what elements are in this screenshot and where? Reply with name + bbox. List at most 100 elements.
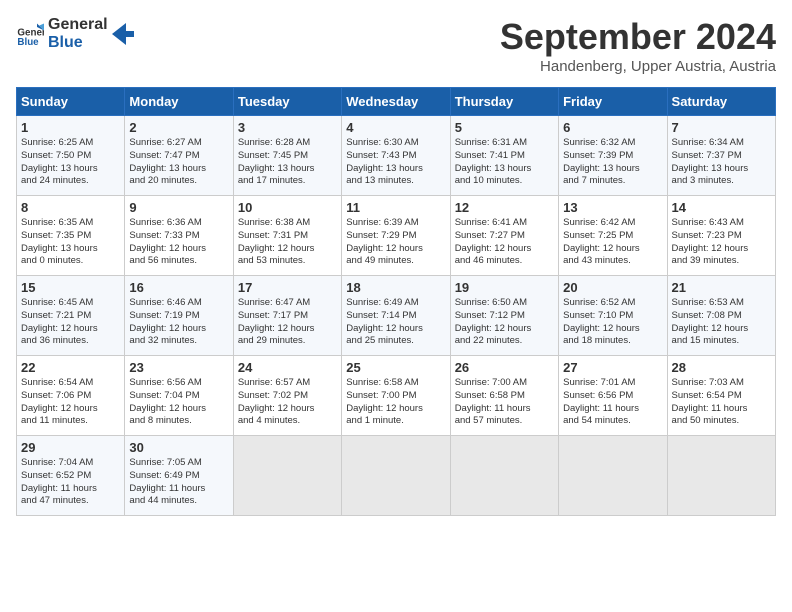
calendar-cell <box>233 436 341 516</box>
calendar-cell: 1Sunrise: 6:25 AM Sunset: 7:50 PM Daylig… <box>17 116 125 196</box>
day-info: Sunrise: 6:31 AM Sunset: 7:41 PM Dayligh… <box>455 137 554 188</box>
calendar-cell: 4 Sunrise: 6:30 AM Sunset: 7:43 PM Daylig… <box>342 116 450 196</box>
calendar-cell: 11 Sunrise: 6:39 AM Sunset: 7:29 PM Dayli… <box>342 196 450 276</box>
calendar-cell: 29Sunrise: 7:04 AM Sunset: 6:52 PM Dayli… <box>17 436 125 516</box>
calendar-cell: 20 Sunrise: 6:52 AM Sunset: 7:10 PM Dayli… <box>559 276 667 356</box>
day-number: 11 <box>346 200 445 215</box>
calendar-cell: 9 Sunrise: 6:36 AM Sunset: 7:33 PM Daylig… <box>125 196 233 276</box>
calendar-cell <box>559 436 667 516</box>
calendar-cell: 16 Sunrise: 6:46 AM Sunset: 7:19 PM Dayli… <box>125 276 233 356</box>
calendar-week-4: 22 Sunrise: 6:54 AM Sunset: 7:06 PM Dayli… <box>17 356 776 436</box>
day-number: 5 <box>455 120 554 135</box>
day-number: 9 <box>129 200 228 215</box>
day-info: Sunrise: 6:30 AM Sunset: 7:43 PM Dayligh… <box>346 137 445 188</box>
calendar-week-3: 15 Sunrise: 6:45 AM Sunset: 7:21 PM Dayli… <box>17 276 776 356</box>
day-info: Sunrise: 6:58 AM Sunset: 7:00 PM Dayligh… <box>346 377 445 428</box>
day-info: Sunrise: 6:54 AM Sunset: 7:06 PM Dayligh… <box>21 377 120 428</box>
calendar-cell: 26 Sunrise: 7:00 AM Sunset: 6:58 PM Dayli… <box>450 356 558 436</box>
day-info: Sunrise: 6:41 AM Sunset: 7:27 PM Dayligh… <box>455 217 554 268</box>
day-info: Sunrise: 7:01 AM Sunset: 6:56 PM Dayligh… <box>563 377 662 428</box>
calendar-week-5: 29Sunrise: 7:04 AM Sunset: 6:52 PM Dayli… <box>17 436 776 516</box>
day-info: Sunrise: 6:46 AM Sunset: 7:19 PM Dayligh… <box>129 297 228 348</box>
calendar-cell: 15 Sunrise: 6:45 AM Sunset: 7:21 PM Dayli… <box>17 276 125 356</box>
day-info: Sunrise: 6:36 AM Sunset: 7:33 PM Dayligh… <box>129 217 228 268</box>
day-number: 18 <box>346 280 445 295</box>
day-info: Sunrise: 6:28 AM Sunset: 7:45 PM Dayligh… <box>238 137 337 188</box>
day-info: Sunrise: 6:34 AM Sunset: 7:37 PM Dayligh… <box>672 137 771 188</box>
calendar-cell <box>667 436 775 516</box>
day-info: Sunrise: 7:03 AM Sunset: 6:54 PM Dayligh… <box>672 377 771 428</box>
title-area: September 2024 Handenberg, Upper Austria… <box>500 16 776 75</box>
day-number: 17 <box>238 280 337 295</box>
calendar-cell: 12 Sunrise: 6:41 AM Sunset: 7:27 PM Dayli… <box>450 196 558 276</box>
day-number: 8 <box>21 200 120 215</box>
day-number: 22 <box>21 360 120 375</box>
col-header-friday: Friday <box>559 88 667 116</box>
month-title: September 2024 <box>500 16 776 58</box>
calendar-cell: 18 Sunrise: 6:49 AM Sunset: 7:14 PM Dayli… <box>342 276 450 356</box>
day-number: 23 <box>129 360 228 375</box>
calendar-cell: 30 Sunrise: 7:05 AM Sunset: 6:49 PM Dayli… <box>125 436 233 516</box>
calendar-cell: 19 Sunrise: 6:50 AM Sunset: 7:12 PM Dayli… <box>450 276 558 356</box>
col-header-sunday: Sunday <box>17 88 125 116</box>
calendar-cell: 2 Sunrise: 6:27 AM Sunset: 7:47 PM Daylig… <box>125 116 233 196</box>
day-number: 15 <box>21 280 120 295</box>
day-info: Sunrise: 6:32 AM Sunset: 7:39 PM Dayligh… <box>563 137 662 188</box>
day-info: Sunrise: 6:47 AM Sunset: 7:17 PM Dayligh… <box>238 297 337 348</box>
day-info: Sunrise: 6:56 AM Sunset: 7:04 PM Dayligh… <box>129 377 228 428</box>
day-info: Sunrise: 7:00 AM Sunset: 6:58 PM Dayligh… <box>455 377 554 428</box>
day-info: Sunrise: 6:53 AM Sunset: 7:08 PM Dayligh… <box>672 297 771 348</box>
calendar-cell: 10Sunrise: 6:38 AM Sunset: 7:31 PM Dayli… <box>233 196 341 276</box>
calendar-cell: 22 Sunrise: 6:54 AM Sunset: 7:06 PM Dayli… <box>17 356 125 436</box>
day-info: Sunrise: 6:45 AM Sunset: 7:21 PM Dayligh… <box>21 297 120 348</box>
day-number: 16 <box>129 280 228 295</box>
col-header-thursday: Thursday <box>450 88 558 116</box>
calendar-table: SundayMondayTuesdayWednesdayThursdayFrid… <box>16 87 776 516</box>
day-info: Sunrise: 6:38 AM Sunset: 7:31 PM Dayligh… <box>238 217 337 268</box>
calendar-cell: 3 Sunrise: 6:28 AM Sunset: 7:45 PM Daylig… <box>233 116 341 196</box>
col-header-tuesday: Tuesday <box>233 88 341 116</box>
day-number: 29 <box>21 440 120 455</box>
day-number: 4 <box>346 120 445 135</box>
day-info: Sunrise: 7:05 AM Sunset: 6:49 PM Dayligh… <box>129 457 228 508</box>
calendar-cell: 14Sunrise: 6:43 AM Sunset: 7:23 PM Dayli… <box>667 196 775 276</box>
calendar-cell: 17 Sunrise: 6:47 AM Sunset: 7:17 PM Dayli… <box>233 276 341 356</box>
day-info: Sunrise: 6:25 AM Sunset: 7:50 PM Dayligh… <box>21 137 120 188</box>
day-info: Sunrise: 6:49 AM Sunset: 7:14 PM Dayligh… <box>346 297 445 348</box>
day-number: 30 <box>129 440 228 455</box>
calendar-week-2: 8 Sunrise: 6:35 AM Sunset: 7:35 PM Daylig… <box>17 196 776 276</box>
calendar-cell: 25Sunrise: 6:58 AM Sunset: 7:00 PM Dayli… <box>342 356 450 436</box>
calendar-cell: 24 Sunrise: 6:57 AM Sunset: 7:02 PM Dayli… <box>233 356 341 436</box>
calendar-cell: 21 Sunrise: 6:53 AM Sunset: 7:08 PM Dayli… <box>667 276 775 356</box>
day-number: 26 <box>455 360 554 375</box>
day-info: Sunrise: 6:57 AM Sunset: 7:02 PM Dayligh… <box>238 377 337 428</box>
calendar-cell: 28Sunrise: 7:03 AM Sunset: 6:54 PM Dayli… <box>667 356 775 436</box>
day-number: 21 <box>672 280 771 295</box>
day-info: Sunrise: 6:39 AM Sunset: 7:29 PM Dayligh… <box>346 217 445 268</box>
logo-blue: Blue <box>48 34 108 52</box>
day-number: 3 <box>238 120 337 135</box>
col-header-monday: Monday <box>125 88 233 116</box>
calendar-cell <box>450 436 558 516</box>
day-number: 6 <box>563 120 662 135</box>
day-number: 12 <box>455 200 554 215</box>
day-info: Sunrise: 6:27 AM Sunset: 7:47 PM Dayligh… <box>129 137 228 188</box>
logo-general: General <box>48 16 108 34</box>
day-info: Sunrise: 6:42 AM Sunset: 7:25 PM Dayligh… <box>563 217 662 268</box>
day-number: 24 <box>238 360 337 375</box>
svg-text:Blue: Blue <box>17 37 39 48</box>
day-info: Sunrise: 6:35 AM Sunset: 7:35 PM Dayligh… <box>21 217 120 268</box>
day-info: Sunrise: 6:43 AM Sunset: 7:23 PM Dayligh… <box>672 217 771 268</box>
day-number: 27 <box>563 360 662 375</box>
day-number: 20 <box>563 280 662 295</box>
day-number: 2 <box>129 120 228 135</box>
calendar-cell: 7Sunrise: 6:34 AM Sunset: 7:37 PM Daylig… <box>667 116 775 196</box>
calendar-cell: 27 Sunrise: 7:01 AM Sunset: 6:56 PM Dayli… <box>559 356 667 436</box>
day-number: 13 <box>563 200 662 215</box>
day-number: 19 <box>455 280 554 295</box>
col-header-saturday: Saturday <box>667 88 775 116</box>
day-info: Sunrise: 6:52 AM Sunset: 7:10 PM Dayligh… <box>563 297 662 348</box>
logo: General Blue General Blue <box>16 16 134 51</box>
calendar-cell <box>342 436 450 516</box>
day-info: Sunrise: 6:50 AM Sunset: 7:12 PM Dayligh… <box>455 297 554 348</box>
